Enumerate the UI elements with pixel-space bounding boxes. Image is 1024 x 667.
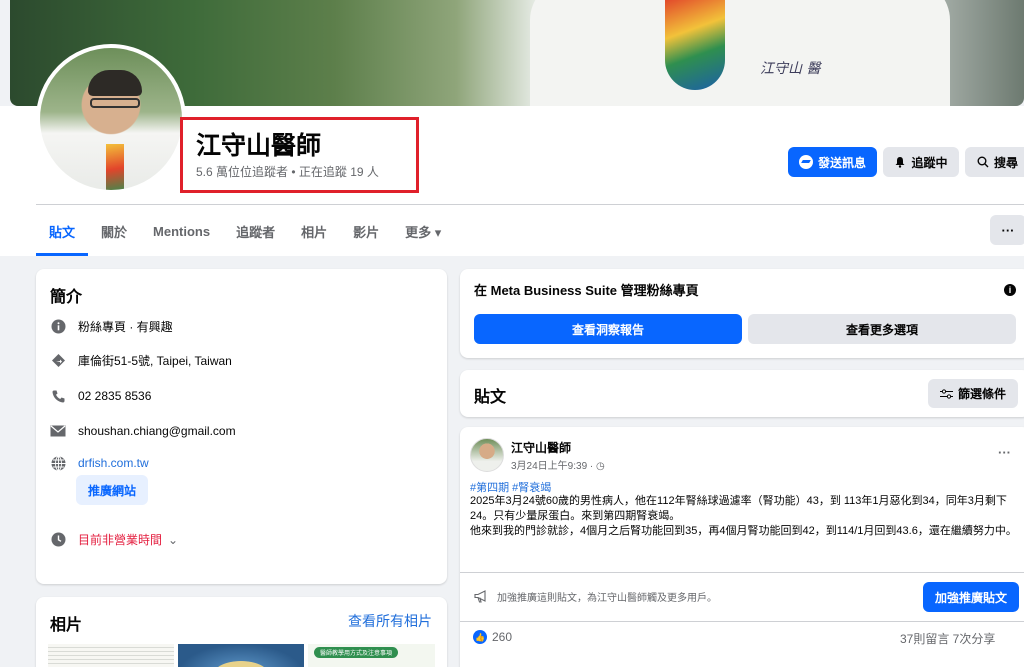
post-divider: [460, 572, 1024, 573]
reaction-summary[interactable]: 👍 260: [473, 630, 512, 644]
cover-signature: 江守山 醫: [760, 61, 821, 77]
post-author-name[interactable]: 江守山醫師: [511, 439, 571, 456]
info-icon: [50, 319, 66, 335]
intro-title: 簡介: [50, 289, 83, 306]
photo-thumbnail-1[interactable]: [48, 644, 174, 667]
intro-address[interactable]: 庫倫街51-5號, Taipei, Taiwan: [78, 352, 232, 369]
profile-avatar[interactable]: [36, 44, 186, 194]
post-timestamp[interactable]: 3月24日上午9:39 · ◷: [511, 457, 605, 472]
intro-category-row: 粉絲專頁 · 有興趣: [50, 318, 173, 335]
messenger-icon: [798, 155, 813, 169]
chevron-down-icon: ⌄: [168, 532, 179, 547]
tab-videos[interactable]: 影片: [340, 206, 392, 256]
photo-thumbnail-3-caption: 醫師教學用方式及注意事項: [314, 647, 399, 658]
post-stats[interactable]: 37則留言 7次分享: [900, 630, 995, 647]
clock-icon: [50, 532, 66, 548]
avatar-tie: [106, 144, 124, 190]
like-icon: 👍: [473, 630, 487, 644]
intro-website-link[interactable]: drfish.com.tw: [78, 456, 149, 470]
post-hashtags[interactable]: #第四期 #腎衰竭: [470, 479, 551, 495]
business-suite-card: 在 Meta Business Suite 管理粉絲專頁 i 查看洞察報告 查看…: [460, 269, 1024, 358]
tab-followers[interactable]: 追蹤者: [223, 206, 288, 256]
filter-label: 篩選條件: [957, 387, 1006, 401]
tab-photos[interactable]: 相片: [288, 206, 340, 256]
header-divider: [36, 204, 1024, 205]
cover-tie: [665, 0, 725, 90]
intro-hours-row[interactable]: 目前非營業時間 ⌄: [50, 531, 178, 548]
intro-phone[interactable]: 02 2835 8536: [78, 389, 151, 403]
intro-email-row: shoushan.chiang@gmail.com: [50, 423, 236, 439]
bell-icon: [895, 157, 905, 168]
search-label: 搜尋: [994, 155, 1019, 170]
like-count: 260: [492, 630, 513, 644]
photos-card: 相片 查看所有相片 醫師教學用方式及注意事項: [36, 597, 447, 667]
see-all-photos-link[interactable]: 查看所有相片: [348, 611, 432, 631]
megaphone-icon: [474, 590, 486, 603]
photo-thumbnail-2[interactable]: [178, 644, 304, 667]
intro-phone-row: 02 2835 8536: [50, 388, 151, 404]
filter-button[interactable]: 篩選條件: [928, 379, 1018, 408]
boost-prompt: 加強推廣這則貼文，為江守山醫師觸及更多用戶。: [474, 589, 717, 604]
filter-icon: [939, 388, 953, 399]
phone-icon: [50, 388, 66, 404]
avatar-glasses: [90, 98, 140, 108]
intro-card: 簡介 粉絲專頁 · 有興趣 庫倫街51-5號, Taipei, Taiwan 0…: [36, 269, 447, 584]
posts-title: 貼文: [474, 389, 507, 406]
send-message-label: 發送訊息: [817, 155, 866, 170]
email-icon: [50, 423, 66, 439]
search-icon: [977, 156, 989, 168]
tab-mentions[interactable]: Mentions: [140, 206, 223, 256]
business-suite-title: 在 Meta Business Suite 管理粉絲專頁: [474, 283, 699, 298]
following-button[interactable]: 追蹤中: [883, 147, 959, 177]
tab-posts[interactable]: 貼文: [36, 206, 89, 256]
photos-title: 相片: [50, 617, 83, 634]
intro-address-row: 庫倫街51-5號, Taipei, Taiwan: [50, 352, 232, 369]
post-menu-button[interactable]: ···: [998, 445, 1011, 460]
highlight-box: [180, 117, 419, 193]
tab-about[interactable]: 關於: [88, 206, 140, 256]
info-icon[interactable]: i: [1004, 284, 1016, 296]
post-author-avatar[interactable]: [470, 438, 504, 472]
tab-more[interactable]: 更多 ▾: [392, 206, 454, 256]
following-label: 追蹤中: [911, 155, 948, 170]
intro-email[interactable]: shoushan.chiang@gmail.com: [78, 424, 236, 438]
view-insights-button[interactable]: 查看洞察報告: [474, 314, 742, 344]
cover-coat: [530, 0, 950, 106]
post-card: 江守山醫師 3月24日上午9:39 · ◷ ··· #第四期 #腎衰竭 2025…: [460, 427, 1024, 667]
search-button[interactable]: 搜尋: [965, 147, 1024, 177]
boost-post-button[interactable]: 加強推廣貼文: [923, 582, 1019, 612]
posts-header-card: 貼文 篩選條件: [460, 370, 1024, 417]
page-tabs: 貼文 關於 Mentions 追蹤者 相片 影片 更多 ▾: [36, 206, 454, 256]
location-icon: [50, 353, 66, 369]
intro-hours: 目前非營業時間: [78, 533, 163, 547]
promote-website-button[interactable]: 推廣網站: [76, 475, 148, 505]
send-message-button[interactable]: 發送訊息: [788, 147, 877, 177]
post-divider-2: [460, 621, 1024, 622]
intro-category: 粉絲專頁 · 有興趣: [78, 320, 173, 334]
boost-prompt-text: 加強推廣這則貼文，為江守山醫師觸及更多用戶。: [497, 593, 717, 604]
more-options-button[interactable]: 查看更多選項: [748, 314, 1016, 344]
globe-icon: [50, 455, 66, 471]
more-options-button[interactable]: ···: [990, 215, 1024, 245]
post-body: 2025年3月24號60歲的男性病人，他在112年腎絲球過濾率（腎功能）43，到…: [470, 495, 1017, 537]
photo-thumbnail-3[interactable]: 醫師教學用方式及注意事項: [308, 644, 435, 667]
intro-website-row: drfish.com.tw: [50, 455, 149, 471]
avatar-hair: [88, 70, 142, 96]
